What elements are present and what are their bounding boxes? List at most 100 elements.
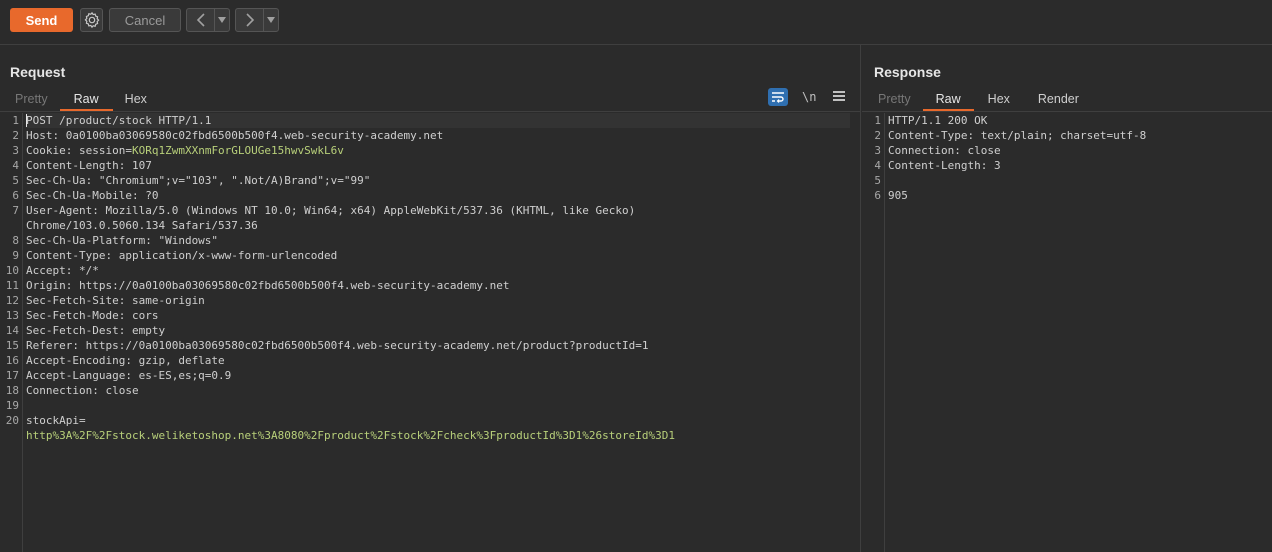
code-text: Content-Type: application/x-www-form-url… — [26, 249, 338, 262]
response-title: Response — [874, 64, 941, 80]
send-button[interactable]: Send — [10, 8, 73, 32]
code-line[interactable]: Connection: close — [26, 383, 850, 398]
code-text: Sec-Ch-Ua: "Chromium";v="103", ".Not/A)B… — [26, 174, 371, 187]
code-line[interactable]: Sec-Fetch-Site: same-origin — [26, 293, 850, 308]
editor-menu-icon[interactable] — [833, 91, 845, 102]
line-number: 16 — [5, 354, 19, 367]
response-panel: Response Pretty Raw Hex Render 1 2 3 4 5 6 HT… — [862, 45, 1272, 552]
code-line[interactable]: POST /product/stock HTTP/1.1 — [26, 113, 850, 128]
code-text: Sec-Fetch-Site: same-origin — [26, 294, 205, 307]
code-line[interactable]: HTTP/1.1 200 OK — [888, 113, 1268, 128]
line-number: 10 — [5, 264, 19, 277]
code-line[interactable]: Content-Length: 107 — [26, 158, 850, 173]
tab-pretty[interactable]: Pretty — [3, 91, 60, 111]
forward-history-dropdown[interactable] — [264, 9, 278, 31]
gear-icon — [84, 11, 99, 29]
word-wrap-icon — [772, 92, 784, 103]
tab-pretty[interactable]: Pretty — [866, 91, 923, 111]
code-line[interactable]: Sec-Ch-Ua-Mobile: ?0 — [26, 188, 850, 203]
code-text: Sec-Fetch-Mode: cors — [26, 309, 159, 322]
response-code[interactable]: HTTP/1.1 200 OK Content-Type: text/plain;… — [888, 113, 1268, 203]
line-number: 2 — [12, 129, 19, 142]
tab-raw[interactable]: Raw — [922, 91, 974, 111]
line-number: 8 — [12, 234, 19, 247]
forward-button[interactable] — [236, 9, 263, 31]
line-number: 3 — [12, 144, 19, 157]
request-panel: Request Pretty Raw Hex \n 1 2 3 4 5 6 7 8 9 10 11 1… — [0, 45, 861, 552]
code-line[interactable]: Sec-Ch-Ua-Platform: "Windows" — [26, 233, 850, 248]
wrap-lines-toggle[interactable] — [768, 88, 788, 106]
code-text: stockApi= — [26, 414, 86, 427]
forward-dropdown-icon — [267, 17, 276, 23]
line-number: 4 — [874, 159, 881, 172]
code-line[interactable]: http%3A%2F%2Fstock.weliketoshop.net%3A80… — [26, 428, 850, 443]
code-line[interactable] — [888, 173, 1268, 188]
code-line[interactable]: Origin: https://0a0100ba03069580c02fbd65… — [26, 278, 850, 293]
response-editor[interactable]: 1 2 3 4 5 6 HTTP/1.1 200 OK Content-Type: text… — [862, 113, 1272, 552]
code-line[interactable]: Sec-Ch-Ua: "Chromium";v="103", ".Not/A)B… — [26, 173, 850, 188]
back-nav-group — [186, 8, 230, 32]
request-editor[interactable]: 1 2 3 4 5 6 7 8 9 10 11 12 13 14 15 16 17 18 19 20 POST /pr… — [0, 113, 860, 552]
code-line[interactable]: Content-Type: text/plain; charset=utf-8 — [888, 128, 1268, 143]
line-number: 17 — [5, 369, 19, 382]
code-line[interactable]: Chrome/103.0.5060.134 Safari/537.36 — [26, 218, 850, 233]
line-number: 5 — [12, 174, 19, 187]
code-line[interactable] — [26, 398, 850, 413]
line-number-gutter: 1 2 3 4 5 6 7 8 9 10 11 12 13 14 15 16 17 18 19 20 — [0, 113, 23, 552]
line-number: 9 — [12, 249, 19, 262]
code-line[interactable]: Referer: https://0a0100ba03069580c02fbd6… — [26, 338, 850, 353]
line-number-gutter: 1 2 3 4 5 6 — [862, 113, 885, 552]
code-text: Content-Length: 107 — [26, 159, 152, 172]
code-line[interactable]: Sec-Fetch-Dest: empty — [26, 323, 850, 338]
line-number: 7 — [12, 204, 19, 217]
line-number: 4 — [12, 159, 19, 172]
tab-hex[interactable]: Hex — [113, 91, 159, 111]
line-number: 18 — [5, 384, 19, 397]
code-line[interactable]: 905 — [888, 188, 1268, 203]
show-newlines-toggle[interactable]: \n — [802, 88, 816, 106]
code-value: KORq1ZwmXXnmForGLOUGe15hwvSwkL6v — [131, 144, 344, 157]
line-number: 11 — [5, 279, 19, 292]
code-text: Chrome/103.0.5060.134 Safari/537.36 — [26, 219, 258, 232]
code-text: Content-Type: text/plain; charset=utf-8 — [888, 129, 1147, 142]
code-line[interactable]: Host: 0a0100ba03069580c02fbd6500b500f4.w… — [26, 128, 850, 143]
tab-render[interactable]: Render — [1024, 91, 1093, 111]
back-button[interactable] — [187, 9, 214, 31]
line-number: 1 — [874, 114, 881, 127]
code-line[interactable]: Accept-Encoding: gzip, deflate — [26, 353, 850, 368]
code-line[interactable]: User-Agent: Mozilla/5.0 (Windows NT 10.0… — [26, 203, 850, 218]
code-text: Cookie: session= — [26, 144, 132, 157]
back-history-dropdown[interactable] — [215, 9, 229, 31]
line-number: 20 — [5, 414, 19, 427]
code-text: User-Agent: Mozilla/5.0 (Windows NT 10.0… — [26, 204, 636, 217]
code-text: Accept-Language: es-ES,es;q=0.9 — [26, 369, 232, 382]
line-number: 6 — [874, 189, 881, 202]
code-line[interactable]: Accept-Language: es-ES,es;q=0.9 — [26, 368, 850, 383]
code-line[interactable]: Content-Type: application/x-www-form-url… — [26, 248, 850, 263]
back-arrow-icon — [196, 13, 205, 27]
code-text: 905 — [888, 189, 908, 202]
code-text: POST /product/stock HTTP/1.1 — [26, 114, 212, 127]
forward-nav-group — [235, 8, 279, 32]
code-line[interactable]: stockApi= — [26, 413, 850, 428]
line-number: 1 — [12, 114, 19, 127]
code-line[interactable]: Cookie: session=KORq1ZwmXXnmForGLOUGe15h… — [26, 143, 850, 158]
line-number: 19 — [5, 399, 19, 412]
tab-raw[interactable]: Raw — [59, 91, 113, 111]
code-line[interactable]: Accept: */* — [26, 263, 850, 278]
line-number: 2 — [874, 129, 881, 142]
request-title: Request — [10, 64, 66, 80]
code-line[interactable]: Content-Length: 3 — [888, 158, 1268, 173]
code-text: Sec-Ch-Ua-Mobile: ?0 — [26, 189, 159, 202]
back-dropdown-icon — [218, 17, 227, 23]
code-text: Accept: */* — [26, 264, 99, 277]
request-code[interactable]: POST /product/stock HTTP/1.1 Host: 0a0100… — [26, 113, 850, 443]
code-line[interactable]: Connection: close — [888, 143, 1268, 158]
code-line[interactable]: Sec-Fetch-Mode: cors — [26, 308, 850, 323]
tab-hex[interactable]: Hex — [974, 91, 1024, 111]
cancel-button[interactable]: Cancel — [109, 8, 181, 32]
line-number: 15 — [5, 339, 19, 352]
line-number: 13 — [5, 309, 19, 322]
code-text: Connection: close — [26, 384, 139, 397]
settings-button[interactable] — [80, 8, 103, 32]
